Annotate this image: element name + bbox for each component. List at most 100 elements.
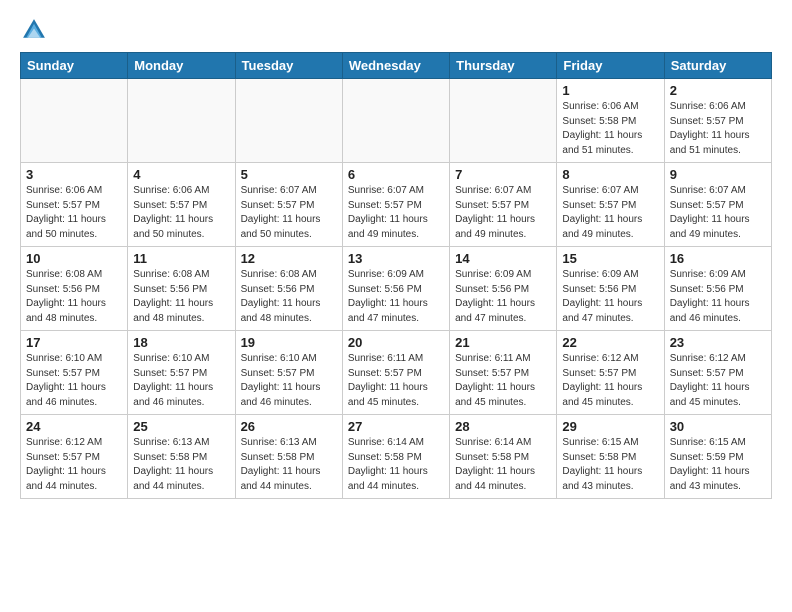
calendar-cell: 24 Sunrise: 6:12 AM Sunset: 5:57 PM Dayli…: [21, 415, 128, 499]
day-number: 3: [26, 167, 122, 182]
day-number: 16: [670, 251, 766, 266]
day-number: 21: [455, 335, 551, 350]
calendar-cell: 18 Sunrise: 6:10 AM Sunset: 5:57 PM Dayli…: [128, 331, 235, 415]
calendar-cell: [128, 79, 235, 163]
calendar-cell: 22 Sunrise: 6:12 AM Sunset: 5:57 PM Dayli…: [557, 331, 664, 415]
calendar-cell: 12 Sunrise: 6:08 AM Sunset: 5:56 PM Dayli…: [235, 247, 342, 331]
logo: [20, 16, 52, 44]
calendar-cell: [21, 79, 128, 163]
calendar-cell: 13 Sunrise: 6:09 AM Sunset: 5:56 PM Dayli…: [342, 247, 449, 331]
logo-icon: [20, 16, 48, 44]
day-info: Sunrise: 6:13 AM Sunset: 5:58 PM Dayligh…: [241, 436, 337, 494]
weekday-header-sunday: Sunday: [21, 53, 128, 79]
calendar-cell: 5Sunrise: 6:07 AM Sunset: 5:57 PM Daylig…: [235, 163, 342, 247]
day-info: Sunrise: 6:11 AM Sunset: 5:57 PM Dayligh…: [455, 352, 551, 410]
weekday-header-row: SundayMondayTuesdayWednesdayThursdayFrid…: [21, 53, 772, 79]
weekday-header-monday: Monday: [128, 53, 235, 79]
day-number: 19: [241, 335, 337, 350]
day-number: 9: [670, 167, 766, 182]
calendar-cell: 27 Sunrise: 6:14 AM Sunset: 5:58 PM Dayli…: [342, 415, 449, 499]
calendar-cell: 10 Sunrise: 6:08 AM Sunset: 5:56 PM Dayli…: [21, 247, 128, 331]
day-info: Sunrise: 6:08 AM Sunset: 5:56 PM Dayligh…: [241, 268, 337, 326]
day-number: 23: [670, 335, 766, 350]
day-info: Sunrise: 6:11 AM Sunset: 5:57 PM Dayligh…: [348, 352, 444, 410]
calendar-cell: 6Sunrise: 6:07 AM Sunset: 5:57 PM Daylig…: [342, 163, 449, 247]
calendar-cell: 9 Sunrise: 6:07 AM Sunset: 5:57 PM Daylig…: [664, 163, 771, 247]
weekday-header-thursday: Thursday: [450, 53, 557, 79]
day-info: Sunrise: 6:15 AM Sunset: 5:59 PM Dayligh…: [670, 436, 766, 494]
day-info: Sunrise: 6:13 AM Sunset: 5:58 PM Dayligh…: [133, 436, 229, 494]
day-info: Sunrise: 6:07 AM Sunset: 5:57 PM Dayligh…: [670, 184, 766, 242]
calendar-cell: 3 Sunrise: 6:06 AM Sunset: 5:57 PM Daylig…: [21, 163, 128, 247]
page: SundayMondayTuesdayWednesdayThursdayFrid…: [0, 0, 792, 515]
day-number: 14: [455, 251, 551, 266]
day-info: Sunrise: 6:06 AM Sunset: 5:57 PM Dayligh…: [133, 184, 229, 242]
weekday-header-wednesday: Wednesday: [342, 53, 449, 79]
day-number: 2: [670, 83, 766, 98]
day-info: Sunrise: 6:06 AM Sunset: 5:57 PM Dayligh…: [670, 100, 766, 158]
day-info: Sunrise: 6:10 AM Sunset: 5:57 PM Dayligh…: [133, 352, 229, 410]
calendar-cell: [450, 79, 557, 163]
calendar-cell: 19 Sunrise: 6:10 AM Sunset: 5:57 PM Dayli…: [235, 331, 342, 415]
day-number: 17: [26, 335, 122, 350]
day-info: Sunrise: 6:08 AM Sunset: 5:56 PM Dayligh…: [26, 268, 122, 326]
calendar-cell: 2 Sunrise: 6:06 AM Sunset: 5:57 PM Daylig…: [664, 79, 771, 163]
day-info: Sunrise: 6:07 AM Sunset: 5:57 PM Dayligh…: [348, 184, 444, 242]
calendar-cell: 21 Sunrise: 6:11 AM Sunset: 5:57 PM Dayli…: [450, 331, 557, 415]
calendar-cell: [235, 79, 342, 163]
calendar-cell: 8 Sunrise: 6:07 AM Sunset: 5:57 PM Daylig…: [557, 163, 664, 247]
weekday-header-tuesday: Tuesday: [235, 53, 342, 79]
day-info: Sunrise: 6:06 AM Sunset: 5:58 PM Dayligh…: [562, 100, 658, 158]
calendar: SundayMondayTuesdayWednesdayThursdayFrid…: [20, 52, 772, 499]
week-row-5: 24 Sunrise: 6:12 AM Sunset: 5:57 PM Dayli…: [21, 415, 772, 499]
day-number: 5: [241, 167, 337, 182]
day-number: 27: [348, 419, 444, 434]
day-info: Sunrise: 6:09 AM Sunset: 5:56 PM Dayligh…: [348, 268, 444, 326]
day-number: 4: [133, 167, 229, 182]
calendar-cell: 28Sunrise: 6:14 AM Sunset: 5:58 PM Dayli…: [450, 415, 557, 499]
day-number: 18: [133, 335, 229, 350]
day-number: 12: [241, 251, 337, 266]
day-info: Sunrise: 6:12 AM Sunset: 5:57 PM Dayligh…: [26, 436, 122, 494]
calendar-cell: 26 Sunrise: 6:13 AM Sunset: 5:58 PM Dayli…: [235, 415, 342, 499]
day-info: Sunrise: 6:12 AM Sunset: 5:57 PM Dayligh…: [562, 352, 658, 410]
calendar-cell: 4 Sunrise: 6:06 AM Sunset: 5:57 PM Daylig…: [128, 163, 235, 247]
day-number: 25: [133, 419, 229, 434]
day-info: Sunrise: 6:06 AM Sunset: 5:57 PM Dayligh…: [26, 184, 122, 242]
day-number: 11: [133, 251, 229, 266]
day-number: 22: [562, 335, 658, 350]
calendar-cell: [342, 79, 449, 163]
header: [20, 16, 772, 44]
day-number: 8: [562, 167, 658, 182]
day-info: Sunrise: 6:07 AM Sunset: 5:57 PM Dayligh…: [562, 184, 658, 242]
week-row-2: 3 Sunrise: 6:06 AM Sunset: 5:57 PM Daylig…: [21, 163, 772, 247]
day-number: 29: [562, 419, 658, 434]
day-info: Sunrise: 6:09 AM Sunset: 5:56 PM Dayligh…: [670, 268, 766, 326]
day-info: Sunrise: 6:10 AM Sunset: 5:57 PM Dayligh…: [241, 352, 337, 410]
calendar-cell: 25 Sunrise: 6:13 AM Sunset: 5:58 PM Dayli…: [128, 415, 235, 499]
day-info: Sunrise: 6:15 AM Sunset: 5:58 PM Dayligh…: [562, 436, 658, 494]
day-number: 13: [348, 251, 444, 266]
day-info: Sunrise: 6:07 AM Sunset: 5:57 PM Dayligh…: [455, 184, 551, 242]
calendar-cell: 17Sunrise: 6:10 AM Sunset: 5:57 PM Dayli…: [21, 331, 128, 415]
calendar-cell: 14 Sunrise: 6:09 AM Sunset: 5:56 PM Dayli…: [450, 247, 557, 331]
day-number: 10: [26, 251, 122, 266]
day-info: Sunrise: 6:12 AM Sunset: 5:57 PM Dayligh…: [670, 352, 766, 410]
day-number: 1: [562, 83, 658, 98]
day-number: 7: [455, 167, 551, 182]
day-number: 24: [26, 419, 122, 434]
week-row-3: 10 Sunrise: 6:08 AM Sunset: 5:56 PM Dayli…: [21, 247, 772, 331]
calendar-cell: 23 Sunrise: 6:12 AM Sunset: 5:57 PM Dayli…: [664, 331, 771, 415]
week-row-1: 1 Sunrise: 6:06 AM Sunset: 5:58 PM Daylig…: [21, 79, 772, 163]
calendar-cell: 20Sunrise: 6:11 AM Sunset: 5:57 PM Dayli…: [342, 331, 449, 415]
day-number: 30: [670, 419, 766, 434]
day-number: 26: [241, 419, 337, 434]
calendar-cell: 15Sunrise: 6:09 AM Sunset: 5:56 PM Dayli…: [557, 247, 664, 331]
day-info: Sunrise: 6:09 AM Sunset: 5:56 PM Dayligh…: [455, 268, 551, 326]
day-number: 28: [455, 419, 551, 434]
calendar-cell: 29 Sunrise: 6:15 AM Sunset: 5:58 PM Dayli…: [557, 415, 664, 499]
day-info: Sunrise: 6:14 AM Sunset: 5:58 PM Dayligh…: [348, 436, 444, 494]
weekday-header-saturday: Saturday: [664, 53, 771, 79]
day-info: Sunrise: 6:08 AM Sunset: 5:56 PM Dayligh…: [133, 268, 229, 326]
day-number: 15: [562, 251, 658, 266]
